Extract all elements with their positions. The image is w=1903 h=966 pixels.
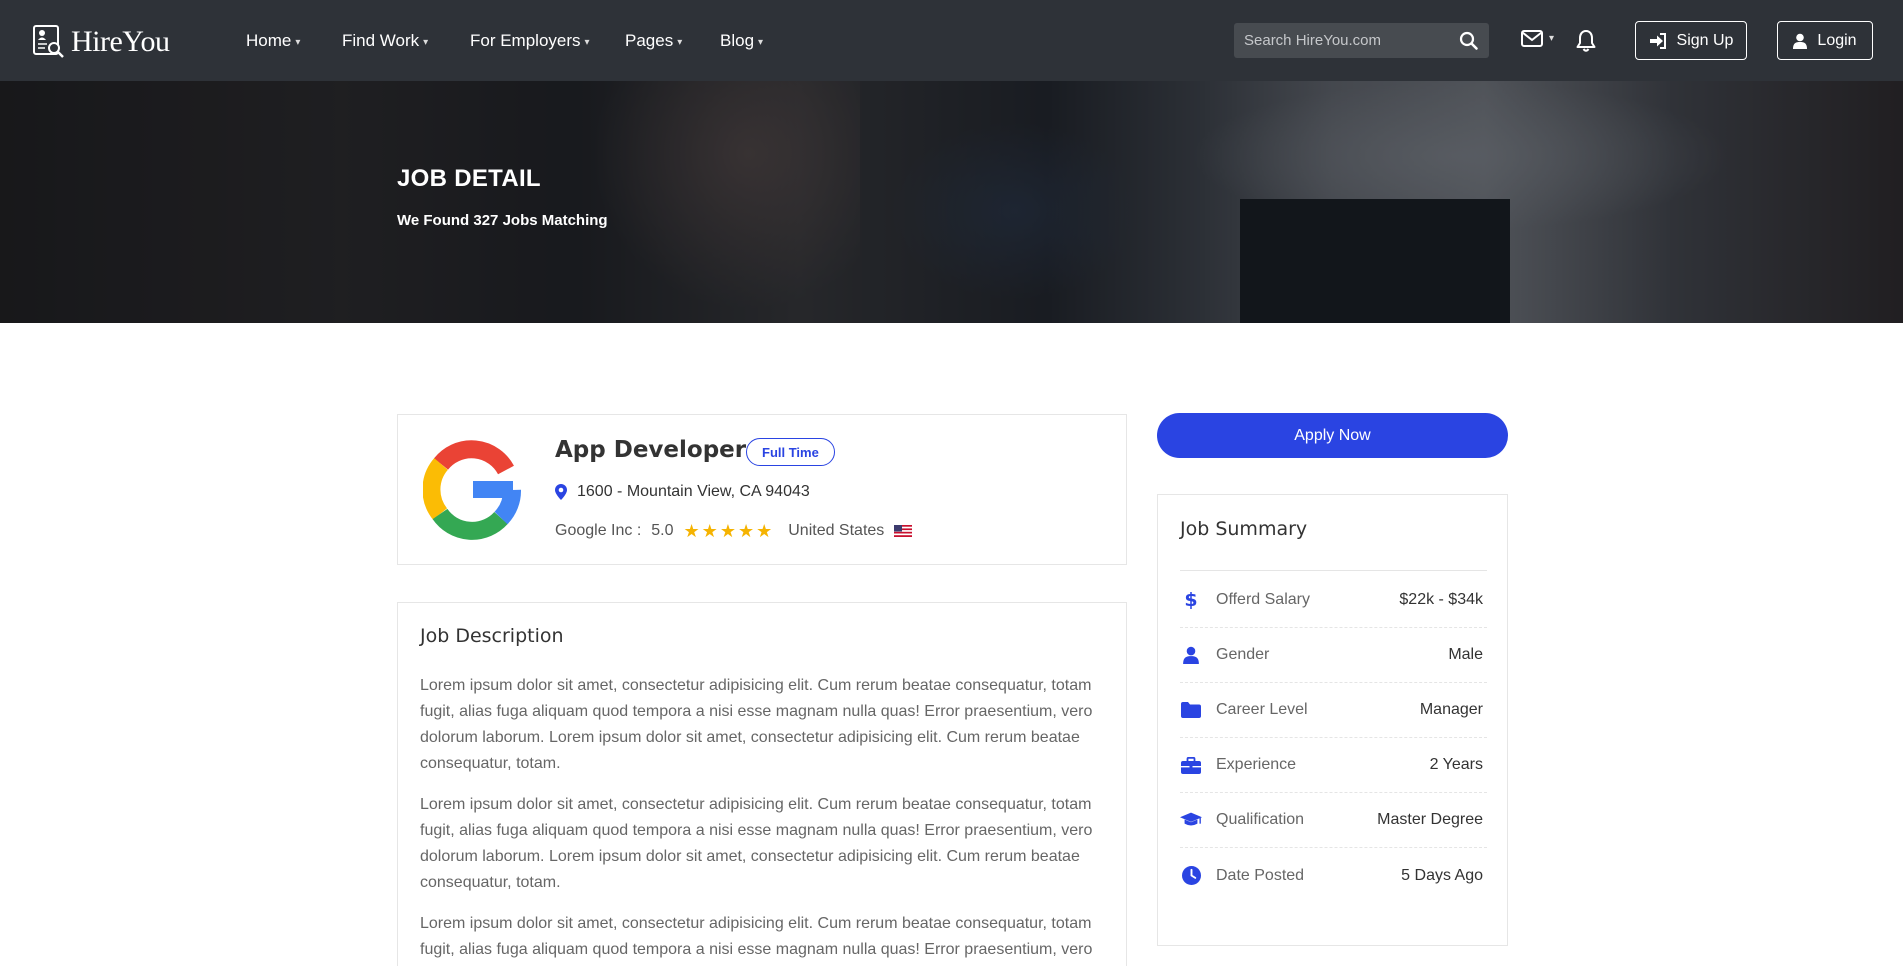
summary-row-gender: Gender Male bbox=[1180, 628, 1487, 683]
briefcase-icon bbox=[1180, 755, 1202, 775]
hero-banner: JOB DETAIL We Found 327 Jobs Matching bbox=[0, 81, 1903, 323]
rating-stars: ★ ★ ★ ★ ★ bbox=[683, 521, 773, 541]
summary-label: Gender bbox=[1216, 646, 1270, 663]
brand-name: HireYou bbox=[71, 25, 170, 58]
summary-value: $22k - $34k bbox=[1399, 591, 1483, 608]
star-icon: ★ bbox=[719, 521, 736, 541]
folder-icon bbox=[1180, 700, 1202, 720]
user-icon bbox=[1180, 645, 1202, 665]
apply-now-button[interactable]: Apply Now bbox=[1157, 413, 1508, 458]
job-header-card: App Developer Full Time 1600 - Mountain … bbox=[397, 414, 1127, 565]
job-description-title: Job Description bbox=[420, 625, 564, 647]
graduation-cap-icon bbox=[1180, 810, 1202, 830]
divider bbox=[1180, 570, 1487, 571]
summary-row-career-level: Career Level Manager bbox=[1180, 683, 1487, 738]
summary-label: Offerd Salary bbox=[1216, 591, 1310, 608]
user-icon bbox=[1793, 33, 1808, 49]
caret-down-icon: ▾ bbox=[295, 36, 301, 48]
summary-row-salary: $ Offerd Salary $22k - $34k bbox=[1180, 573, 1487, 628]
summary-row-date-posted: Date Posted 5 Days Ago bbox=[1180, 848, 1487, 903]
caret-down-icon: ▾ bbox=[1549, 33, 1555, 44]
brand-icon bbox=[33, 25, 64, 58]
page-title: JOB DETAIL bbox=[397, 165, 541, 192]
sign-in-icon bbox=[1649, 32, 1666, 49]
bell-icon[interactable] bbox=[1575, 29, 1597, 53]
summary-row-experience: Experience 2 Years bbox=[1180, 738, 1487, 793]
envelope-icon bbox=[1521, 30, 1543, 47]
summary-label: Career Level bbox=[1216, 701, 1308, 718]
us-flag-icon bbox=[894, 525, 913, 537]
hero-overlay bbox=[0, 81, 1903, 323]
star-icon: ★ bbox=[683, 521, 700, 541]
job-title: App Developer bbox=[555, 437, 747, 463]
summary-value: Male bbox=[1448, 646, 1483, 663]
summary-value: 2 Years bbox=[1429, 756, 1483, 773]
nav-for-employers[interactable]: For Employers ▾ bbox=[470, 31, 590, 51]
caret-down-icon: ▾ bbox=[423, 36, 429, 48]
login-button[interactable]: Login bbox=[1777, 21, 1873, 60]
dollar-icon: $ bbox=[1180, 590, 1202, 610]
google-logo-icon bbox=[423, 440, 521, 540]
search-input[interactable] bbox=[1244, 23, 1454, 58]
job-type-badge: Full Time bbox=[746, 438, 835, 466]
job-summary-title: Job Summary bbox=[1180, 518, 1308, 540]
nav-pages[interactable]: Pages ▾ bbox=[625, 31, 682, 51]
nav-home-label: Home bbox=[246, 31, 292, 50]
company-country: United States bbox=[788, 522, 885, 539]
nav-for-employers-label: For Employers bbox=[470, 31, 581, 50]
star-icon: ★ bbox=[701, 521, 718, 541]
description-paragraph: Lorem ipsum dolor sit amet, consectetur … bbox=[420, 915, 1093, 958]
job-location: 1600 - Mountain View, CA 94043 bbox=[555, 483, 810, 501]
top-navbar: HireYou Home ▾ Find Work ▾ For Employers ▾ … bbox=[0, 0, 1903, 81]
star-icon: ★ bbox=[737, 521, 755, 541]
summary-value: Manager bbox=[1419, 701, 1483, 718]
brand-logo[interactable]: HireYou bbox=[33, 25, 170, 59]
messages-dropdown[interactable]: ▾ bbox=[1521, 30, 1554, 47]
nav-find-work-label: Find Work bbox=[342, 31, 420, 50]
job-description-card: Job Description Lorem ipsum dolor sit am… bbox=[397, 602, 1127, 966]
svg-text:$: $ bbox=[1185, 590, 1197, 610]
description-paragraph: Lorem ipsum dolor sit amet, consectetur … bbox=[420, 796, 1093, 891]
company-meta: Google Inc : 5.0 ★ ★ ★ ★ ★ United States bbox=[555, 521, 913, 541]
summary-row-qualification: Qualification Master Degree bbox=[1180, 793, 1487, 848]
company-rating: 5.0 bbox=[651, 522, 674, 539]
summary-label: Experience bbox=[1216, 756, 1297, 773]
nav-blog[interactable]: Blog ▾ bbox=[720, 31, 763, 51]
nav-find-work[interactable]: Find Work ▾ bbox=[342, 31, 428, 51]
map-marker-icon bbox=[555, 484, 567, 500]
star-icon: ★ bbox=[756, 521, 773, 541]
signup-label: Sign Up bbox=[1676, 31, 1734, 49]
caret-down-icon: ▾ bbox=[584, 36, 590, 48]
summary-label: Qualification bbox=[1216, 811, 1305, 828]
signup-button[interactable]: Sign Up bbox=[1635, 21, 1747, 60]
company-name[interactable]: Google Inc : bbox=[555, 522, 641, 540]
clock-icon bbox=[1180, 866, 1202, 886]
search-icon[interactable] bbox=[1459, 31, 1479, 51]
summary-value: Master Degree bbox=[1377, 811, 1483, 828]
summary-value: 5 Days Ago bbox=[1401, 866, 1483, 884]
job-location-text: 1600 - Mountain View, CA 94043 bbox=[577, 483, 810, 500]
summary-label: Date Posted bbox=[1216, 866, 1305, 884]
nav-home[interactable]: Home ▾ bbox=[246, 31, 300, 51]
nav-blog-label: Blog bbox=[720, 31, 755, 50]
description-paragraph: Lorem ipsum dolor sit amet, consectetur … bbox=[420, 677, 1093, 772]
page-subtitle: We Found 327 Jobs Matching bbox=[397, 212, 608, 229]
nav-pages-label: Pages bbox=[625, 31, 674, 50]
caret-down-icon: ▾ bbox=[758, 36, 764, 48]
caret-down-icon: ▾ bbox=[677, 36, 683, 48]
login-label: Login bbox=[1817, 31, 1857, 49]
job-summary-card: Job Summary $ Offerd Salary $22k - $34k … bbox=[1157, 494, 1508, 946]
search-box bbox=[1234, 23, 1489, 58]
